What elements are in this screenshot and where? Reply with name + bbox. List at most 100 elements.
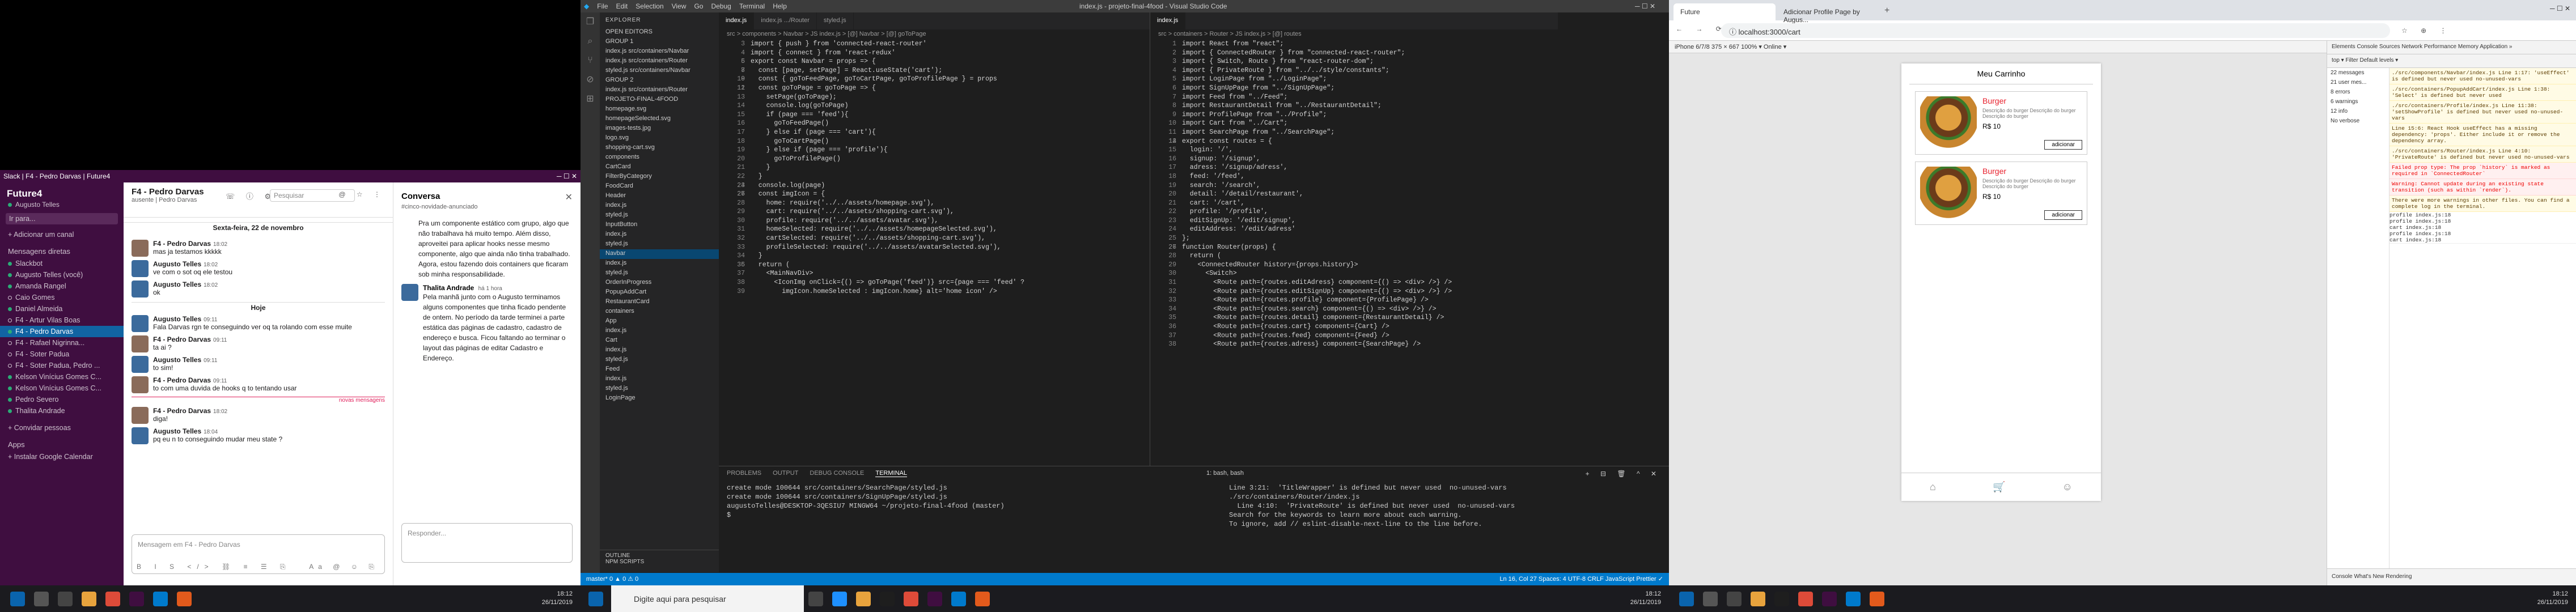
console-filter-item[interactable]: 12 info	[2327, 107, 2389, 116]
code-area[interactable]: 3 import { push } from 'connected-react-r…	[719, 40, 1150, 296]
home-icon[interactable]: ⌂	[1930, 481, 1936, 493]
terminal-left[interactable]: create mode 100644 src/containers/Search…	[727, 483, 1158, 520]
code-line[interactable]: 15 login: '/',	[1168, 146, 1558, 155]
code-line[interactable]: 6 import SignUpPage from "../SignUpPage";	[1172, 84, 1558, 93]
code-line[interactable]: 38 <Route path={routes.adress} component…	[1168, 340, 1558, 349]
minimap[interactable]	[1524, 40, 1558, 466]
message-time[interactable]: 09:11	[213, 378, 227, 384]
message-time[interactable]: 18:02	[213, 241, 227, 248]
clock[interactable]: 18:12 26/11/2019	[542, 590, 573, 607]
task-view-icon[interactable]	[808, 591, 823, 606]
slack-icon[interactable]	[927, 591, 942, 606]
console-line[interactable]: ./src/containers/Router/index.js Line 4:…	[2389, 146, 2576, 163]
taskbar-search[interactable]: Digite aqui para pesquisar	[611, 585, 804, 612]
explorer-item[interactable]: PopupAddCart	[600, 288, 719, 298]
slack-icon[interactable]	[1822, 591, 1837, 606]
explorer-item[interactable]: styled.js	[600, 240, 719, 249]
code-line[interactable]: 30 <Switch>	[1168, 269, 1558, 278]
status-left[interactable]: master* 0 ▲ 0 ⚠ 0	[586, 575, 638, 583]
status-right[interactable]: Ln 16, Col 27 Spaces: 4 UTF-8 CRLF JavaS…	[1499, 575, 1663, 583]
code-line[interactable]: 3 import { push } from 'connected-react-r…	[741, 40, 1150, 49]
console-filter-item[interactable]: 8 errors	[2327, 87, 2389, 97]
code-line[interactable]: 8 const [page, setPage] = React.useState…	[741, 66, 1150, 75]
console-line[interactable]: cart index.js:18	[2389, 237, 2576, 244]
store-icon[interactable]	[880, 591, 895, 606]
explorer-item[interactable]: styled.js	[600, 211, 719, 220]
code-line[interactable]: 16 goToFeedPage()	[737, 119, 1150, 128]
composer-placeholder[interactable]: Mensagem em F4 - Pedro Darvas	[132, 535, 384, 554]
console-line[interactable]: ./src/containers/PopupAddCart/index.js L…	[2389, 84, 2576, 101]
explorer-item[interactable]: GROUP 1	[600, 37, 719, 47]
explorer-item[interactable]: index.js src/containers/Router	[600, 57, 719, 66]
code-line[interactable]: 14 export const routes = {	[1168, 137, 1558, 146]
vscode-icon[interactable]	[1846, 591, 1861, 606]
console-line[interactable]: Warning: Cannot update during an existin…	[2389, 179, 2576, 196]
windows-start-icon[interactable]	[588, 591, 603, 606]
console-line[interactable]: ./src/containers/Profile/index.js Line 1…	[2389, 101, 2576, 124]
nav-buttons[interactable]: ← → ⟳	[1676, 25, 1727, 33]
explorer-item[interactable]: styled.js	[600, 269, 719, 278]
explorer-item[interactable]: GROUP 2	[600, 76, 719, 86]
code-line[interactable]: 24 console.log(page)	[737, 181, 1150, 190]
vscode-icon[interactable]	[951, 591, 966, 606]
code-line[interactable]: 6 export const Navbar = props => {	[741, 57, 1150, 66]
new-tab-icon[interactable]: +	[1884, 6, 1889, 16]
explorer-item[interactable]: homepage.svg	[600, 105, 719, 114]
code-line[interactable]: 36 return (	[737, 261, 1150, 270]
code-line[interactable]: 3 import { Switch, Route } from "react-ro…	[1172, 57, 1558, 66]
avatar[interactable]	[132, 335, 149, 352]
explorer-item[interactable]: RestaurantCard	[600, 298, 719, 307]
code-line[interactable]: 30 profile: require('../../assets/avatar…	[737, 216, 1150, 226]
explorer-item[interactable]: index.js	[600, 259, 719, 269]
panel-tab[interactable]: TERMINAL	[875, 470, 907, 477]
vscode-icon[interactable]	[153, 591, 168, 606]
dm-item[interactable]: Caio Gomes	[0, 292, 124, 303]
explorer-item[interactable]: OPEN EDITORS	[600, 28, 719, 37]
console-line[interactable]: profile index.js:18	[2389, 218, 2576, 224]
explorer-item[interactable]: Feed	[600, 365, 719, 375]
explorer-item[interactable]: PROJETO-FINAL-4FOOD	[600, 95, 719, 105]
console-filter-item[interactable]: 6 warnings	[2327, 97, 2389, 107]
dm-item[interactable]: Slackbot	[0, 258, 124, 269]
window-controls[interactable]: ─ ☐ ✕	[2550, 5, 2570, 12]
header-action-icons[interactable]: @ ☆ ⋮	[338, 190, 385, 198]
code-line[interactable]: 18 goToCartPage()	[737, 137, 1150, 146]
message-author[interactable]: F4 - Pedro Darvas	[153, 335, 211, 343]
explorer-item[interactable]: index.js	[600, 346, 719, 355]
menu-item[interactable]: View	[672, 2, 687, 10]
explorer-item[interactable]: InputButton	[600, 220, 719, 230]
panel-tab[interactable]: DEBUG CONSOLE	[810, 470, 864, 477]
editor-tab[interactable]: styled.js	[817, 12, 854, 29]
message-author[interactable]: Augusto Telles	[153, 427, 201, 435]
invite-button[interactable]: + Convidar pessoas	[0, 422, 124, 434]
code-line[interactable]: 21 }	[737, 163, 1150, 172]
console-line[interactable]: profile index.js:18	[2389, 212, 2576, 218]
console-line[interactable]: cart index.js:18	[2389, 224, 2576, 231]
explorer-item[interactable]: index.js	[600, 230, 719, 240]
browser-tab[interactable]: Future	[1673, 3, 1776, 20]
drawer-tabs[interactable]: Console What's New Rendering	[2327, 568, 2576, 585]
explorer-item[interactable]: index.js	[600, 201, 719, 211]
message-time[interactable]: 18:02	[204, 282, 218, 288]
menu-item[interactable]: Debug	[711, 2, 731, 10]
explorer-item[interactable]: index.js src/containers/Router	[600, 86, 719, 95]
add-channel-button[interactable]: + Adicionar um canal	[0, 229, 124, 240]
avatar[interactable]	[132, 260, 149, 277]
dm-item[interactable]: Augusto Telles (você)	[0, 269, 124, 280]
avatar[interactable]	[132, 407, 149, 424]
search-icon[interactable]	[1703, 591, 1718, 606]
editor-tab[interactable]: index.js .../Router	[754, 12, 817, 29]
window-controls[interactable]: ─ ☐ ✕	[557, 172, 577, 180]
explorer-item[interactable]: styled.js src/containers/Navbar	[600, 66, 719, 76]
code-line[interactable]: 39 imgIcon.homeSelected : imgIcon.home} …	[737, 287, 1150, 296]
avatar[interactable]	[132, 376, 149, 393]
breadcrumb[interactable]: src > components > Navbar > JS index.js …	[719, 29, 1150, 40]
editor-tab[interactable]: index.js	[1150, 12, 1186, 29]
code-line[interactable]: 23 editSignUp: '/edit/signup',	[1168, 216, 1558, 226]
profile-icon[interactable]: ☺	[2062, 481, 2073, 493]
code-line[interactable]: 33 profileSelected: require('../../asset…	[737, 243, 1150, 252]
close-icon[interactable]: ✕	[565, 192, 573, 203]
explorer-item[interactable]: index.js src/containers/Navbar	[600, 47, 719, 57]
toolbar-icons[interactable]: ☆ ⊕ ⋮	[2401, 27, 2452, 35]
code-line[interactable]: 2 import { ConnectedRouter } from "connec…	[1172, 49, 1558, 58]
